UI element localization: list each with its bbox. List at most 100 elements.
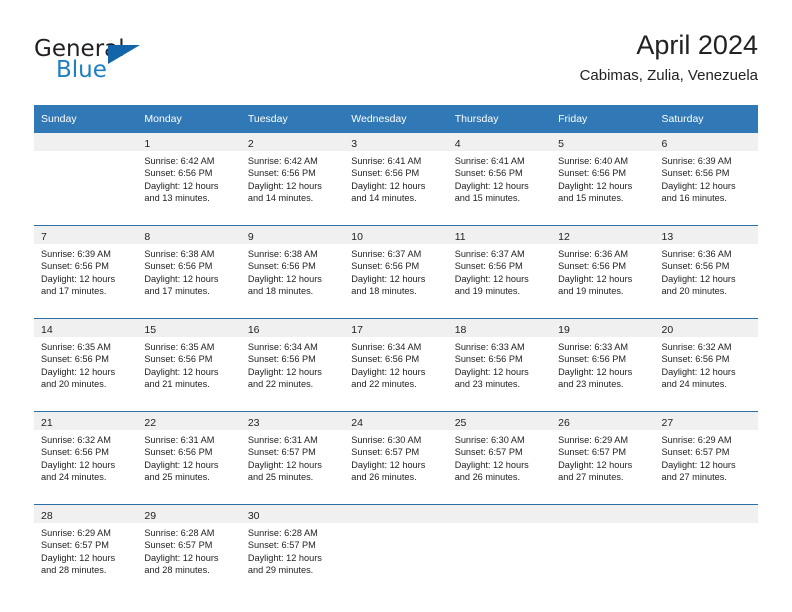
calendar-day-cell[interactable]: 25 Sunrise: 6:30 AM Sunset: 6:57 PM Dayligh… [447,412,552,500]
day-cell-inner: 3 Sunrise: 6:41 AM Sunset: 6:56 PM Daylight… [344,133,448,221]
day-number: 8 [144,231,151,243]
day-number: 1 [144,138,151,150]
calendar-day-cell[interactable] [551,505,655,593]
daylight-text: and 20 minutes. [661,286,727,297]
day-number-band: 13 [654,226,758,244]
day-number-band: 2 [240,133,345,151]
day-number-band: 15 [137,319,241,337]
day-number: 14 [41,324,53,336]
calendar-day-cell[interactable]: 16 Sunrise: 6:34 AM Sunset: 6:56 PM Dayligh… [240,319,345,407]
calendar-day-cell[interactable]: 10 Sunrise: 6:37 AM Sunset: 6:56 PM Dayligh… [344,226,448,314]
day-cell-inner [654,505,758,593]
sunrise-text: Sunrise: 6:32 AM [661,342,732,352]
daylight-text: and 23 minutes. [454,379,521,390]
calendar-day-cell[interactable]: 3 Sunrise: 6:41 AM Sunset: 6:56 PM Daylight… [344,133,448,221]
calendar-day-cell[interactable]: 28 Sunrise: 6:29 AM Sunset: 6:57 PM Dayligh… [34,505,138,593]
day-cell-inner [34,133,138,221]
day-number-band [447,505,552,523]
day-number-band [551,505,655,523]
day-number: 19 [558,324,570,336]
day-number-band: 29 [137,505,241,523]
day-cell-details: Sunrise: 6:40 AM Sunset: 6:56 PM Daylight:… [551,151,654,205]
calendar-day-cell[interactable]: 19 Sunrise: 6:33 AM Sunset: 6:56 PM Dayligh… [551,319,655,407]
day-number: 23 [247,417,260,429]
calendar-day-cell[interactable]: 8 Sunrise: 6:38 AM Sunset: 6:56 PM Daylight… [137,226,241,314]
day-number: 20 [661,324,674,336]
day-number: 16 [247,324,260,336]
weekday-header-friday: Friday [551,105,655,133]
calendar-day-cell[interactable]: 7 Sunrise: 6:39 AM Sunset: 6:56 PM Daylight… [34,226,138,314]
sunset-text: Sunset: 6:57 PM [661,447,730,458]
sunrise-text: Sunrise: 6:38 AM [144,249,215,259]
calendar-day-cell[interactable]: 14 Sunrise: 6:35 AM Sunset: 6:56 PM Dayligh… [34,319,138,407]
day-number-band: 10 [344,226,448,244]
calendar-day-cell[interactable]: 30 Sunrise: 6:28 AM Sunset: 6:57 PM Dayligh… [240,505,345,593]
daylight-text: Daylight: 12 hours [41,459,116,470]
day-cell-details: Sunrise: 6:33 AM Sunset: 6:56 PM Daylight:… [551,337,654,391]
day-number-band: 27 [654,412,758,430]
calendar-day-cell[interactable]: 20 Sunrise: 6:32 AM Sunset: 6:56 PM Dayligh… [654,319,758,407]
sunset-text: Sunset: 6:56 PM [454,168,523,179]
day-number-band: 4 [447,133,552,151]
day-number-band: 8 [137,226,241,244]
sunrise-text: Sunrise: 6:41 AM [454,156,525,166]
calendar-day-cell[interactable] [344,505,448,593]
calendar-day-cell[interactable]: 23 Sunrise: 6:31 AM Sunset: 6:57 PM Dayligh… [240,412,345,500]
logo-text-blue: Blue [56,57,107,83]
calendar-day-cell[interactable]: 11 Sunrise: 6:37 AM Sunset: 6:56 PM Dayligh… [447,226,552,314]
calendar-day-cell[interactable] [654,505,758,593]
calendar-day-cell[interactable]: 13 Sunrise: 6:36 AM Sunset: 6:56 PM Dayligh… [654,226,758,314]
sunset-text: Sunset: 6:56 PM [144,447,213,458]
calendar-day-cell[interactable]: 24 Sunrise: 6:30 AM Sunset: 6:57 PM Dayligh… [344,412,448,500]
calendar-week-row: 21 Sunrise: 6:32 AM Sunset: 6:56 PM Dayligh… [34,412,758,500]
day-number-band: 7 [34,226,138,244]
day-cell-inner: 15 Sunrise: 6:35 AM Sunset: 6:56 PM Dayligh… [137,319,241,407]
sunset-text: Sunset: 6:56 PM [41,261,109,272]
calendar-day-cell[interactable]: 2 Sunrise: 6:42 AM Sunset: 6:56 PM Daylight… [240,133,345,221]
day-number: 5 [558,138,564,150]
calendar-day-cell[interactable]: 15 Sunrise: 6:35 AM Sunset: 6:56 PM Dayligh… [137,319,241,407]
day-number: 28 [41,510,53,522]
calendar-day-cell[interactable]: 1 Sunrise: 6:42 AM Sunset: 6:56 PM Daylight… [137,133,241,221]
calendar-day-cell[interactable]: 22 Sunrise: 6:31 AM Sunset: 6:56 PM Dayligh… [137,412,241,500]
calendar-day-cell[interactable] [34,133,138,221]
calendar-day-cell[interactable]: 18 Sunrise: 6:33 AM Sunset: 6:56 PM Dayligh… [447,319,552,407]
sunrise-text: Sunrise: 6:40 AM [558,156,629,166]
day-number-band: 1 [137,133,241,151]
sunrise-text: Sunrise: 6:30 AM [454,435,525,445]
calendar-day-cell[interactable]: 12 Sunrise: 6:36 AM Sunset: 6:56 PM Dayligh… [551,226,655,314]
day-number-band: 18 [447,319,552,337]
day-cell-details: Sunrise: 6:32 AM Sunset: 6:56 PM Daylight:… [655,337,758,391]
day-cell-details: Sunrise: 6:36 AM Sunset: 6:56 PM Daylight:… [551,244,654,298]
calendar-day-cell[interactable]: 4 Sunrise: 6:41 AM Sunset: 6:56 PM Daylight… [447,133,552,221]
calendar-day-cell[interactable]: 6 Sunrise: 6:39 AM Sunset: 6:56 PM Daylight… [654,133,758,221]
calendar-day-cell[interactable]: 5 Sunrise: 6:40 AM Sunset: 6:56 PM Daylight… [551,133,655,221]
sunrise-text: Sunrise: 6:31 AM [144,435,215,445]
day-cell-details: Sunrise: 6:38 AM Sunset: 6:56 PM Daylight:… [137,244,240,298]
calendar-day-cell[interactable]: 17 Sunrise: 6:34 AM Sunset: 6:56 PM Dayligh… [344,319,448,407]
calendar-day-cell[interactable]: 9 Sunrise: 6:38 AM Sunset: 6:56 PM Daylight… [240,226,345,314]
day-number-band: 22 [137,412,241,430]
day-number-band [34,133,138,151]
sunset-text: Sunset: 6:56 PM [558,261,627,272]
day-number-band: 17 [344,319,448,337]
day-cell-inner: 14 Sunrise: 6:35 AM Sunset: 6:56 PM Dayligh… [34,319,138,407]
day-cell-inner: 6 Sunrise: 6:39 AM Sunset: 6:56 PM Daylight… [654,133,758,221]
calendar-day-cell[interactable]: 27 Sunrise: 6:29 AM Sunset: 6:57 PM Dayligh… [654,412,758,500]
calendar-day-cell[interactable]: 21 Sunrise: 6:32 AM Sunset: 6:56 PM Dayligh… [34,412,138,500]
day-cell-inner [447,505,552,593]
calendar-week-row: 14 Sunrise: 6:35 AM Sunset: 6:56 PM Dayligh… [34,319,758,407]
calendar-day-cell[interactable]: 29 Sunrise: 6:28 AM Sunset: 6:57 PM Dayligh… [137,505,241,593]
day-number-band: 14 [34,319,138,337]
calendar-day-cell[interactable] [447,505,552,593]
day-cell-inner: 21 Sunrise: 6:32 AM Sunset: 6:56 PM Dayligh… [34,412,138,500]
daylight-text: Daylight: 12 hours [351,273,426,284]
daylight-text: Daylight: 12 hours [247,366,322,377]
calendar-table: Sunday Monday Tuesday Wednesday Thursday… [34,105,758,593]
day-cell-inner: 5 Sunrise: 6:40 AM Sunset: 6:56 PM Daylight… [551,133,655,221]
day-number: 2 [247,138,254,150]
daylight-text: and 23 minutes. [558,379,624,390]
day-number: 11 [454,231,466,243]
day-cell-inner: 13 Sunrise: 6:36 AM Sunset: 6:56 PM Dayligh… [654,226,758,314]
calendar-day-cell[interactable]: 26 Sunrise: 6:29 AM Sunset: 6:57 PM Dayligh… [551,412,655,500]
